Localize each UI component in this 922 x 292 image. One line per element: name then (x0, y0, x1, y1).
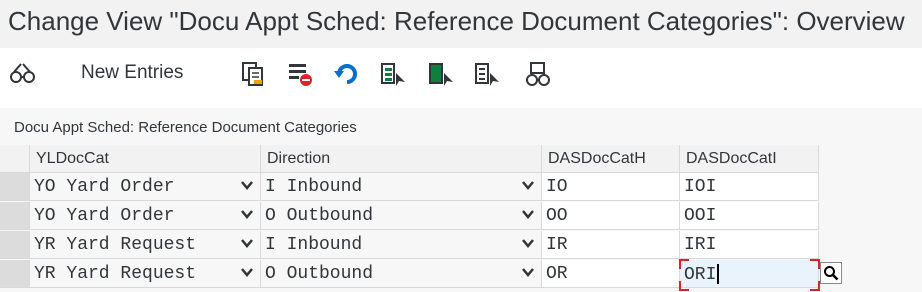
direction-dropdown[interactable]: I Inbound (261, 173, 542, 201)
yldoccat-value: YR Yard Request (34, 264, 197, 284)
focus-corner (810, 281, 820, 291)
focus-corner (810, 259, 820, 269)
chevron-down-icon[interactable] (521, 207, 535, 221)
yldoccat-dropdown[interactable]: YR Yard Request (30, 260, 261, 288)
select-all-icon[interactable] (379, 60, 407, 88)
dasdoccati-input[interactable]: OOI (680, 202, 819, 230)
chevron-down-icon[interactable] (240, 236, 254, 250)
text-caret (717, 264, 720, 284)
chevron-down-icon[interactable] (240, 265, 254, 279)
display-change-icon[interactable] (9, 60, 37, 88)
dasdoccati-input[interactable]: IOI (680, 173, 819, 201)
undo-icon[interactable] (333, 60, 361, 88)
yldoccat-dropdown[interactable]: YR Yard Request (30, 231, 261, 259)
dasdoccati-input-active[interactable]: ORI (680, 260, 819, 288)
focus-corner (679, 259, 689, 269)
column-header-dasdoccath[interactable]: DASDocCatH (542, 145, 680, 173)
dasdoccath-input[interactable]: OO (542, 202, 680, 230)
chevron-down-icon[interactable] (240, 178, 254, 192)
row-selector[interactable] (0, 173, 30, 201)
focus-corner (679, 281, 689, 291)
copy-as-icon[interactable] (239, 60, 267, 88)
dasdoccath-input[interactable]: OR (542, 260, 680, 288)
column-header-yldoccat[interactable]: YLDocCat (30, 145, 261, 173)
yldoccat-dropdown[interactable]: YO Yard Order (30, 173, 261, 201)
toolbar: New Entries (0, 48, 922, 102)
direction-value: I Inbound (265, 235, 363, 255)
yldoccat-value: YR Yard Request (34, 235, 197, 255)
direction-value: O Outbound (265, 206, 374, 226)
row-selector[interactable] (0, 202, 30, 230)
new-entries-button[interactable]: New Entries (81, 62, 183, 84)
select-all-cell[interactable] (0, 145, 30, 173)
direction-dropdown[interactable]: O Outbound (261, 260, 542, 288)
chevron-down-icon[interactable] (240, 207, 254, 221)
row-selector[interactable] (0, 231, 30, 259)
column-header-dasdoccati[interactable]: DASDocCatI (680, 145, 819, 173)
print-view-icon[interactable] (524, 60, 552, 88)
direction-value: I Inbound (265, 177, 363, 197)
deselect-all-icon[interactable] (473, 60, 501, 88)
direction-value: O Outbound (265, 264, 374, 284)
dasdoccath-input[interactable]: IR (542, 231, 680, 259)
yldoccat-value: YO Yard Order (34, 206, 175, 226)
table-section: Docu Appt Sched: Reference Document Cate… (0, 108, 922, 292)
column-header-direction[interactable]: Direction (261, 145, 542, 173)
search-icon (824, 266, 839, 281)
row-selector[interactable] (0, 260, 30, 288)
title-bar: Change View "Docu Appt Sched: Reference … (0, 0, 922, 48)
select-block-icon[interactable] (427, 60, 455, 88)
chevron-down-icon[interactable] (521, 236, 535, 250)
chevron-down-icon[interactable] (521, 265, 535, 279)
dasdoccati-input[interactable]: IRI (680, 231, 819, 259)
direction-dropdown[interactable]: I Inbound (261, 231, 542, 259)
window-title: Change View "Docu Appt Sched: Reference … (8, 6, 905, 36)
table-title: Docu Appt Sched: Reference Document Cate… (14, 119, 357, 136)
value-help-button[interactable] (820, 262, 842, 284)
yldoccat-dropdown[interactable]: YO Yard Order (30, 202, 261, 230)
chevron-down-icon[interactable] (521, 178, 535, 192)
delete-icon[interactable] (286, 60, 314, 88)
dasdoccath-input[interactable]: IO (542, 173, 680, 201)
yldoccat-value: YO Yard Order (34, 177, 175, 197)
direction-dropdown[interactable]: O Outbound (261, 202, 542, 230)
